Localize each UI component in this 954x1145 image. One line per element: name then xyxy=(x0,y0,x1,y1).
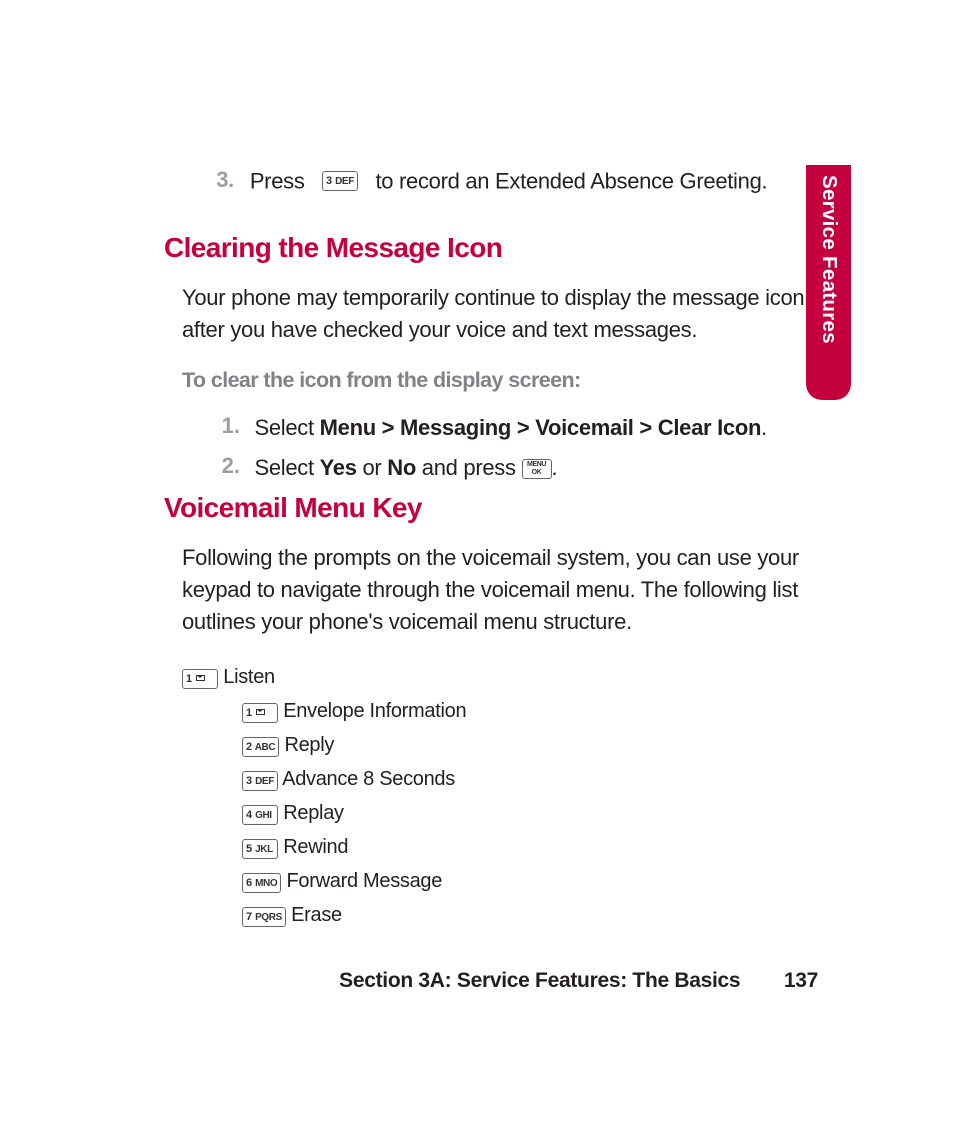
step-number: 1. xyxy=(200,413,240,439)
key-3def-icon: 3 DEF xyxy=(322,171,358,191)
key-7pqrs-icon: 7 PQRS xyxy=(242,907,286,927)
tree-item: 6 MNO Forward Message xyxy=(242,864,810,898)
tree-label: Envelope Information xyxy=(283,700,466,722)
key-5jkl-icon: 5 JKL xyxy=(242,839,278,859)
heading-voicemail-menu-key: Voicemail Menu Key xyxy=(164,492,810,524)
page-footer: Section 3A: Service Features: The Basics… xyxy=(0,969,818,993)
tree-label: Advance 8 Seconds xyxy=(282,768,455,790)
tree-item: 4 GHI Replay xyxy=(242,796,810,830)
step-number: 3. xyxy=(194,165,234,195)
body-voicemail-menu-key: Following the prompts on the voicemail s… xyxy=(182,542,810,638)
tree-label: Reply xyxy=(284,734,334,756)
step-text: Select Yes or No and press MENUOK. xyxy=(254,453,557,483)
list-item: 2. Select Yes or No and press MENUOK. xyxy=(200,453,810,483)
key-menu-ok-icon: MENUOK xyxy=(522,459,552,479)
tree-label: Erase xyxy=(291,904,342,926)
tree-label: Rewind xyxy=(283,836,348,858)
tree-item: 2 ABC Reply xyxy=(242,728,810,762)
tree-item: 7 PQRS Erase xyxy=(242,898,810,932)
heading-clearing-message-icon: Clearing the Message Icon xyxy=(164,232,810,264)
key-2abc-icon: 2 ABC xyxy=(242,737,279,757)
tree-item: 1 Envelope Information xyxy=(242,694,810,728)
tree-item: 5 JKL Rewind xyxy=(242,830,810,864)
footer-section: Section 3A: Service Features: The Basics xyxy=(339,969,740,992)
tree-label: Forward Message xyxy=(287,870,443,892)
side-tab-service-features: Service Features xyxy=(806,165,851,400)
step-3: 3. Press 3 DEF to record an Extended Abs… xyxy=(194,165,810,196)
step-text-before: Press xyxy=(250,168,305,193)
ordered-list-clear-icon: 1. Select Menu > Messaging > Voicemail >… xyxy=(200,413,810,482)
key-3def-icon: 3 DEF xyxy=(242,771,278,791)
step-number: 2. xyxy=(200,453,240,479)
key-1-icon: 1 xyxy=(182,669,218,689)
tree-label: Listen xyxy=(223,666,275,688)
tree-label: Replay xyxy=(283,802,343,824)
step-text-after: to record an Extended Absence Greeting. xyxy=(375,168,767,193)
step-text: Select Menu > Messaging > Voicemail > Cl… xyxy=(254,413,767,443)
envelope-icon xyxy=(196,675,205,681)
manual-page: { "side_tab": { "label": "Service Featur… xyxy=(0,0,954,1145)
key-1-icon: 1 xyxy=(242,703,278,723)
list-item: 1. Select Menu > Messaging > Voicemail >… xyxy=(200,413,810,443)
side-tab-label: Service Features xyxy=(817,175,841,344)
subhead-clear-icon: To clear the icon from the display scree… xyxy=(182,368,810,393)
page-content: 3. Press 3 DEF to record an Extended Abs… xyxy=(170,165,810,932)
page-number: 137 xyxy=(784,969,818,992)
tree-item-listen: 1 Listen xyxy=(182,660,810,694)
key-6mno-icon: 6 MNO xyxy=(242,873,281,893)
envelope-icon xyxy=(256,709,265,715)
key-4ghi-icon: 4 GHI xyxy=(242,805,278,825)
tree-item: 3 DEF Advance 8 Seconds xyxy=(242,762,810,796)
body-clearing-message-icon: Your phone may temporarily continue to d… xyxy=(182,282,810,346)
voicemail-menu-tree: 1 Listen 1 Envelope Information 2 ABC Re… xyxy=(182,660,810,932)
